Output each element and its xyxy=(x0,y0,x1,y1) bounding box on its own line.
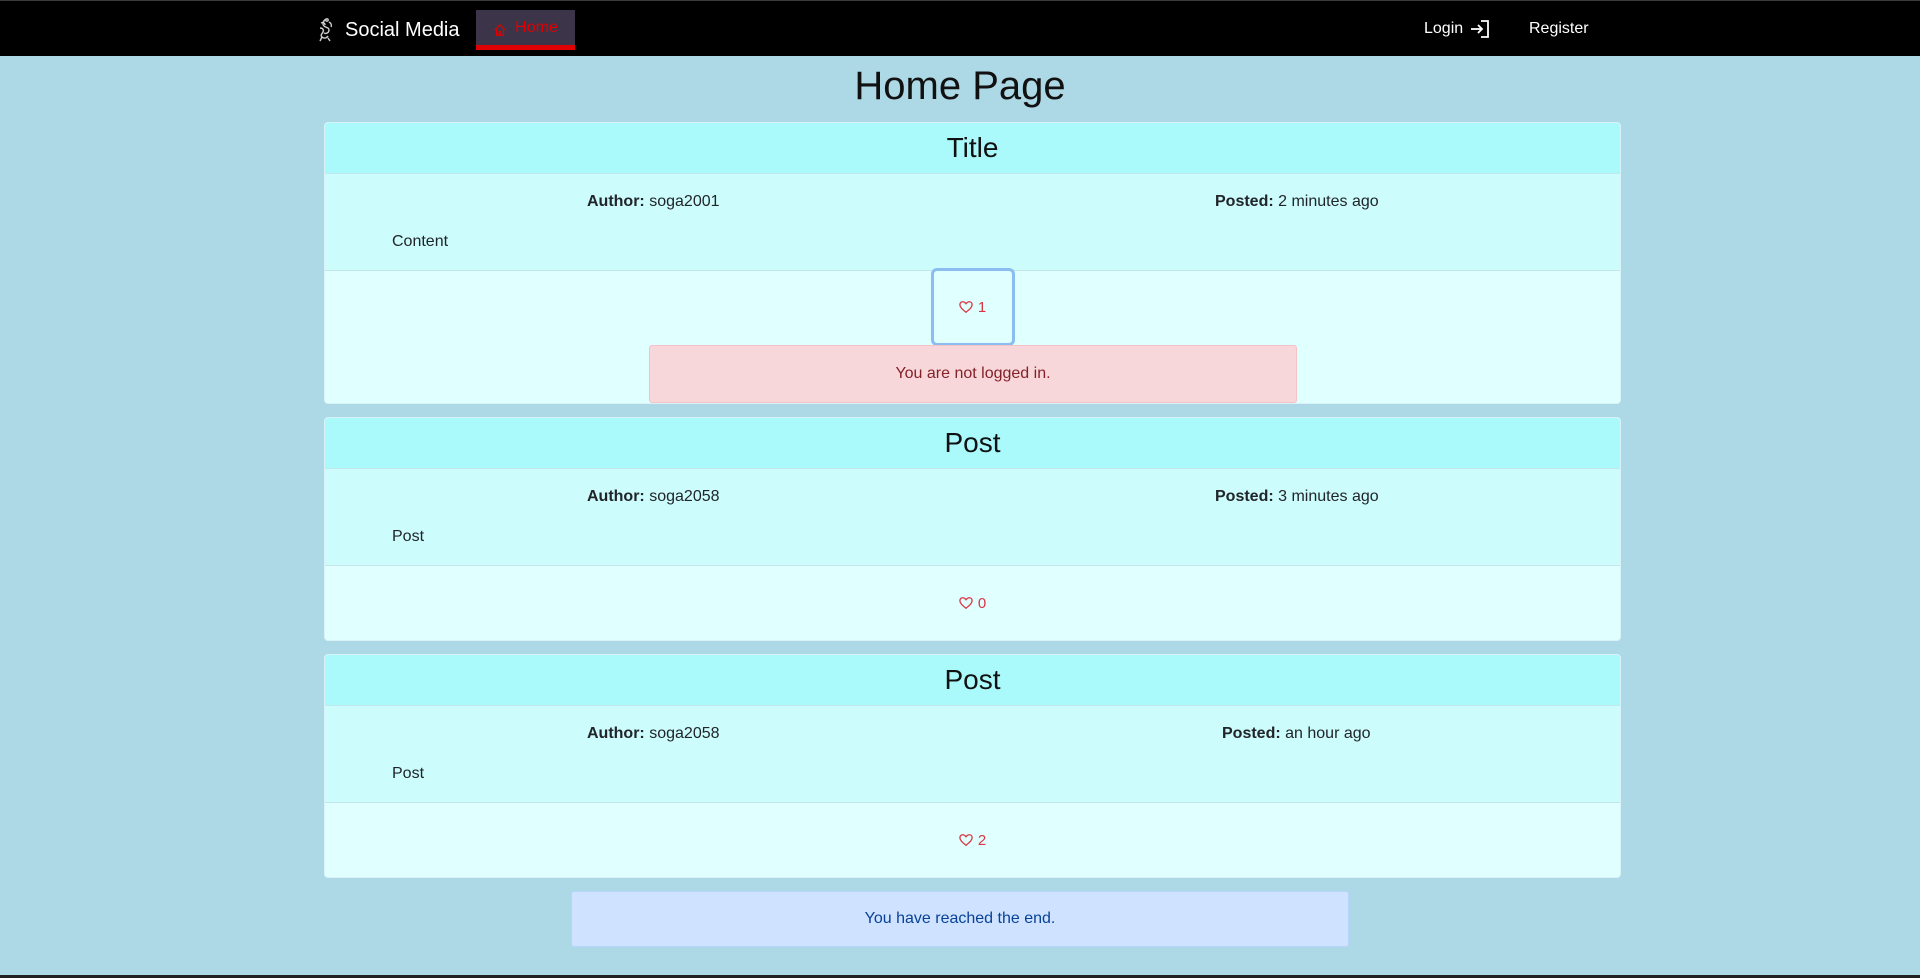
post-date: Posted: 3 minutes ago xyxy=(1215,488,1379,506)
posted-label: Posted: xyxy=(1215,193,1274,210)
like-button[interactable]: 1 xyxy=(930,268,1015,346)
author-label: Author: xyxy=(587,725,645,742)
like-count: 2 xyxy=(977,831,987,849)
logo-icon xyxy=(319,18,333,42)
posted-value: an hour ago xyxy=(1285,725,1371,742)
posted-value: 3 minutes ago xyxy=(1278,488,1379,505)
post-body: Author: soga2058 Posted: an hour ago Pos… xyxy=(325,706,1620,803)
like-button[interactable]: 2 xyxy=(943,825,1003,855)
navbar: Social Media Home Login Register xyxy=(0,0,1920,56)
author-value: soga2058 xyxy=(649,725,720,742)
nav-home-label: Home xyxy=(515,18,558,36)
house-icon xyxy=(494,23,506,36)
nav-login-label: Login xyxy=(1424,20,1464,37)
post-content: Post xyxy=(392,765,425,782)
posted-value: 2 minutes ago xyxy=(1278,193,1379,210)
post-body: Author: soga2001 Posted: 2 minutes ago C… xyxy=(325,174,1620,271)
brand-link[interactable]: Social Media xyxy=(315,14,460,46)
heart-icon xyxy=(959,834,973,847)
heart-icon xyxy=(959,301,973,314)
post-footer: 2 xyxy=(325,803,1620,877)
author-value: soga2001 xyxy=(649,193,720,210)
post-date: Posted: 2 minutes ago xyxy=(1215,193,1379,211)
author-label: Author: xyxy=(587,488,645,505)
end-of-feed-alert: You have reached the end. xyxy=(571,891,1349,947)
not-logged-in-alert: You are not logged in. xyxy=(649,345,1297,403)
page-title: Home Page xyxy=(854,64,1066,108)
author-value: soga2058 xyxy=(649,488,720,505)
post-footer: 0 xyxy=(325,566,1620,640)
post-author: Author: soga2058 xyxy=(587,725,720,743)
post-title: Title xyxy=(325,123,1620,174)
post-author: Author: soga2001 xyxy=(587,193,720,211)
nav-home-link[interactable]: Home xyxy=(476,10,575,50)
post-title: Post xyxy=(325,418,1620,469)
post-content: Post xyxy=(392,528,425,545)
post-date: Posted: an hour ago xyxy=(1222,725,1371,743)
nav-register-link[interactable]: Register xyxy=(1529,17,1589,41)
brand-label: Social Media xyxy=(345,18,460,41)
author-label: Author: xyxy=(587,193,645,210)
post-footer: 1 You are not logged in. xyxy=(325,268,1620,403)
heart-icon xyxy=(959,597,973,610)
nav-login-link[interactable]: Login xyxy=(1424,17,1491,41)
post-content: Content xyxy=(392,233,449,250)
box-arrow-in-right-icon xyxy=(1471,20,1490,38)
post-card: Post Author: soga2058 Posted: 3 minutes … xyxy=(324,417,1621,641)
like-button[interactable]: 0 xyxy=(943,588,1003,618)
post-card: Post Author: soga2058 Posted: an hour ag… xyxy=(324,654,1621,878)
post-body: Author: soga2058 Posted: 3 minutes ago P… xyxy=(325,469,1620,566)
post-card: Title Author: soga2001 Posted: 2 minutes… xyxy=(324,122,1621,404)
like-count: 1 xyxy=(977,298,987,316)
posted-label: Posted: xyxy=(1222,725,1281,742)
post-author: Author: soga2058 xyxy=(587,488,720,506)
like-count: 0 xyxy=(977,594,987,612)
posted-label: Posted: xyxy=(1215,488,1274,505)
post-title: Post xyxy=(325,655,1620,706)
